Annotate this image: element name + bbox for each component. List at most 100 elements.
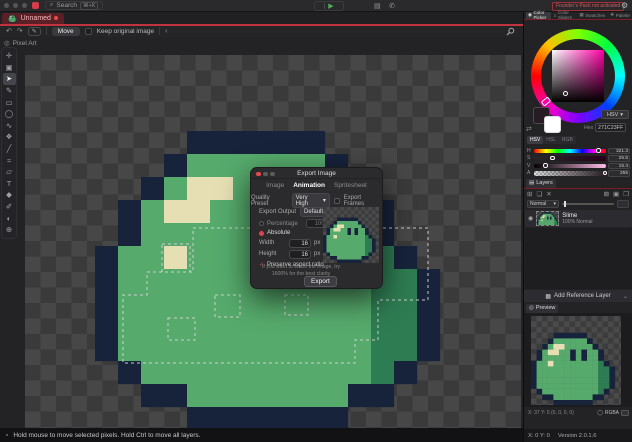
window-zoom-button[interactable] <box>22 3 27 8</box>
swap-colors-icon[interactable]: ⇄ <box>526 125 532 133</box>
slider-h[interactable]: H321.3 <box>527 147 630 155</box>
export-button[interactable]: Export <box>304 276 337 287</box>
width-input[interactable]: 16 <box>289 239 311 248</box>
text-tool[interactable]: T <box>3 178 16 190</box>
slider-a[interactable]: A255 <box>527 170 630 178</box>
delete-layer-icon[interactable]: ✕ <box>546 190 551 198</box>
blend-mode-dropdown[interactable]: Normal ▾ <box>527 200 559 208</box>
saturation-value-square[interactable] <box>552 50 604 102</box>
slider-value[interactable]: 15.4 <box>608 163 630 170</box>
secondary-color-swatch[interactable] <box>544 116 561 133</box>
absolute-radio[interactable] <box>259 231 264 236</box>
slider-value[interactable]: 255 <box>608 170 630 177</box>
slider-knob[interactable] <box>603 171 608 176</box>
magnifier-icon[interactable] <box>506 27 515 38</box>
rect-select-tool[interactable]: ▭ <box>3 96 16 108</box>
preview-tab[interactable]: ◎ Preview <box>526 304 558 313</box>
zoom-tool[interactable]: ⊕ <box>3 224 16 236</box>
percentage-radio[interactable] <box>259 221 264 226</box>
slider-track[interactable] <box>534 149 606 154</box>
layers-empty-area <box>525 228 632 289</box>
settings-gear-icon[interactable]: ⚙ <box>621 1 628 10</box>
sv-cursor[interactable] <box>563 91 568 96</box>
clip-icon[interactable]: ▣ <box>613 190 619 198</box>
slider-track[interactable] <box>534 164 606 169</box>
keep-original-checkbox[interactable] <box>85 28 92 35</box>
pixel-art-mode-chip[interactable]: ◎ Pixel Art <box>4 39 37 47</box>
tab-hsv[interactable]: HSV <box>527 136 543 144</box>
undo-icon[interactable]: ↶ <box>6 27 12 35</box>
window-close-button[interactable] <box>4 3 9 8</box>
opacity-slider[interactable] <box>562 203 614 205</box>
rgba-toggle-group[interactable]: ◯ RGBA <box>597 410 629 416</box>
opacity-knob[interactable] <box>564 201 566 207</box>
dialog-close-button[interactable] <box>256 172 261 177</box>
lock-icon[interactable]: ⊠ <box>604 190 609 198</box>
edit-canvas-icon[interactable]: ✎ <box>28 27 41 36</box>
curve-tool[interactable]: ≈ <box>3 154 16 166</box>
hex-row: Hex 271C23FF <box>584 123 626 132</box>
chevron-down-icon: ▾ <box>323 197 326 204</box>
play-button[interactable]: ▶ <box>314 1 344 11</box>
eyedropper-tool[interactable]: ✐ <box>3 201 16 213</box>
redo-icon[interactable]: ↷ <box>17 27 23 35</box>
rgba-toggle-box[interactable] <box>621 410 629 416</box>
founders-pack-badge[interactable]: Founder's Pack not activated <box>552 2 624 11</box>
tab-spritesheet[interactable]: Spritesheet <box>334 182 367 189</box>
collapse-toolbar-button[interactable]: ‹ <box>165 28 167 35</box>
bucket-tool[interactable]: ◆ <box>3 189 16 201</box>
right-status-bar: X: 0 Y: 0 Version 2.0.1.6 <box>524 429 632 442</box>
search-input[interactable]: ⌕ Search ⌘+K <box>45 1 103 10</box>
ellipse-select-tool[interactable]: ◯ <box>3 108 16 120</box>
preview-pixel-info: X: 37 Y: 0 (0, 0, 0, 0) <box>528 410 574 416</box>
tab-hsl[interactable]: HSL <box>543 136 559 144</box>
search-shortcut: ⌘+K <box>80 2 98 10</box>
export-dialog-tabs: Image Animation Spritesheet <box>251 182 382 189</box>
opacity-value-box[interactable] <box>617 200 629 208</box>
slider-knob[interactable] <box>596 148 601 153</box>
line-tool[interactable]: ╱ <box>3 143 16 155</box>
tab-unnamed[interactable]: Unnamed <box>2 13 64 25</box>
slider-s[interactable]: S25.5 <box>527 155 630 163</box>
lasso-tool[interactable]: ∿ <box>3 120 16 132</box>
layer-row-slime[interactable]: ◉ Slime 100% Normal <box>525 210 632 227</box>
app-logo <box>32 2 39 9</box>
tab-image[interactable]: Image <box>266 182 284 189</box>
shading-tool[interactable]: ◐ <box>3 212 16 224</box>
selection-brush-tool[interactable]: ❖ <box>3 131 16 143</box>
phone-icon[interactable]: ✆ <box>389 2 395 10</box>
quality-preset-dropdown[interactable]: Very High ▾ <box>292 193 330 208</box>
window-minimize-button[interactable] <box>13 3 18 8</box>
archive-icon[interactable]: ▤ <box>374 2 381 10</box>
slider-knob[interactable] <box>550 156 555 161</box>
pencil-tool[interactable]: ✎ <box>3 85 16 97</box>
move-tool[interactable]: ➤ <box>3 73 16 85</box>
tab-animation[interactable]: Animation <box>293 182 325 189</box>
color-mode-dropdown[interactable]: HSV ▾ <box>601 110 629 119</box>
export-frames-checkbox[interactable] <box>334 198 340 204</box>
status-hint: Hold mouse to move selected pixels. Hold… <box>13 432 200 439</box>
swatches-icon: ▦ <box>579 12 583 18</box>
merge-icon[interactable]: ❐ <box>623 190 629 198</box>
dialog-minimize-button[interactable] <box>263 172 268 177</box>
move-button[interactable]: Move <box>52 27 80 36</box>
tab-rgb[interactable]: RGB <box>559 136 576 144</box>
slider-track[interactable] <box>534 156 606 161</box>
layer-visibility-eye-icon[interactable]: ◉ <box>528 215 533 222</box>
shape-tool[interactable]: ▱ <box>3 166 16 178</box>
absolute-row: Absolute <box>259 230 290 236</box>
layers-tab[interactable]: ▤ Layers <box>526 179 556 188</box>
hex-input[interactable]: 271C23FF <box>595 123 626 132</box>
add-layer-icon[interactable]: ⊞ <box>527 190 532 198</box>
height-input[interactable]: 16 <box>289 250 311 259</box>
slider-v[interactable]: V15.4 <box>527 162 630 170</box>
add-reference-layer-button[interactable]: ▦ Add Reference Layer ⌄ <box>524 290 632 302</box>
slider-knob[interactable] <box>543 163 548 168</box>
slider-value[interactable]: 25.5 <box>608 155 630 162</box>
crop-tool[interactable]: ▣ <box>3 62 16 74</box>
pan-tool[interactable]: ✛ <box>3 50 16 62</box>
add-group-icon[interactable]: ❏ <box>536 190 542 198</box>
dialog-zoom-button[interactable] <box>270 172 275 177</box>
slider-track[interactable] <box>534 171 606 176</box>
slider-value[interactable]: 321.3 <box>608 148 630 155</box>
